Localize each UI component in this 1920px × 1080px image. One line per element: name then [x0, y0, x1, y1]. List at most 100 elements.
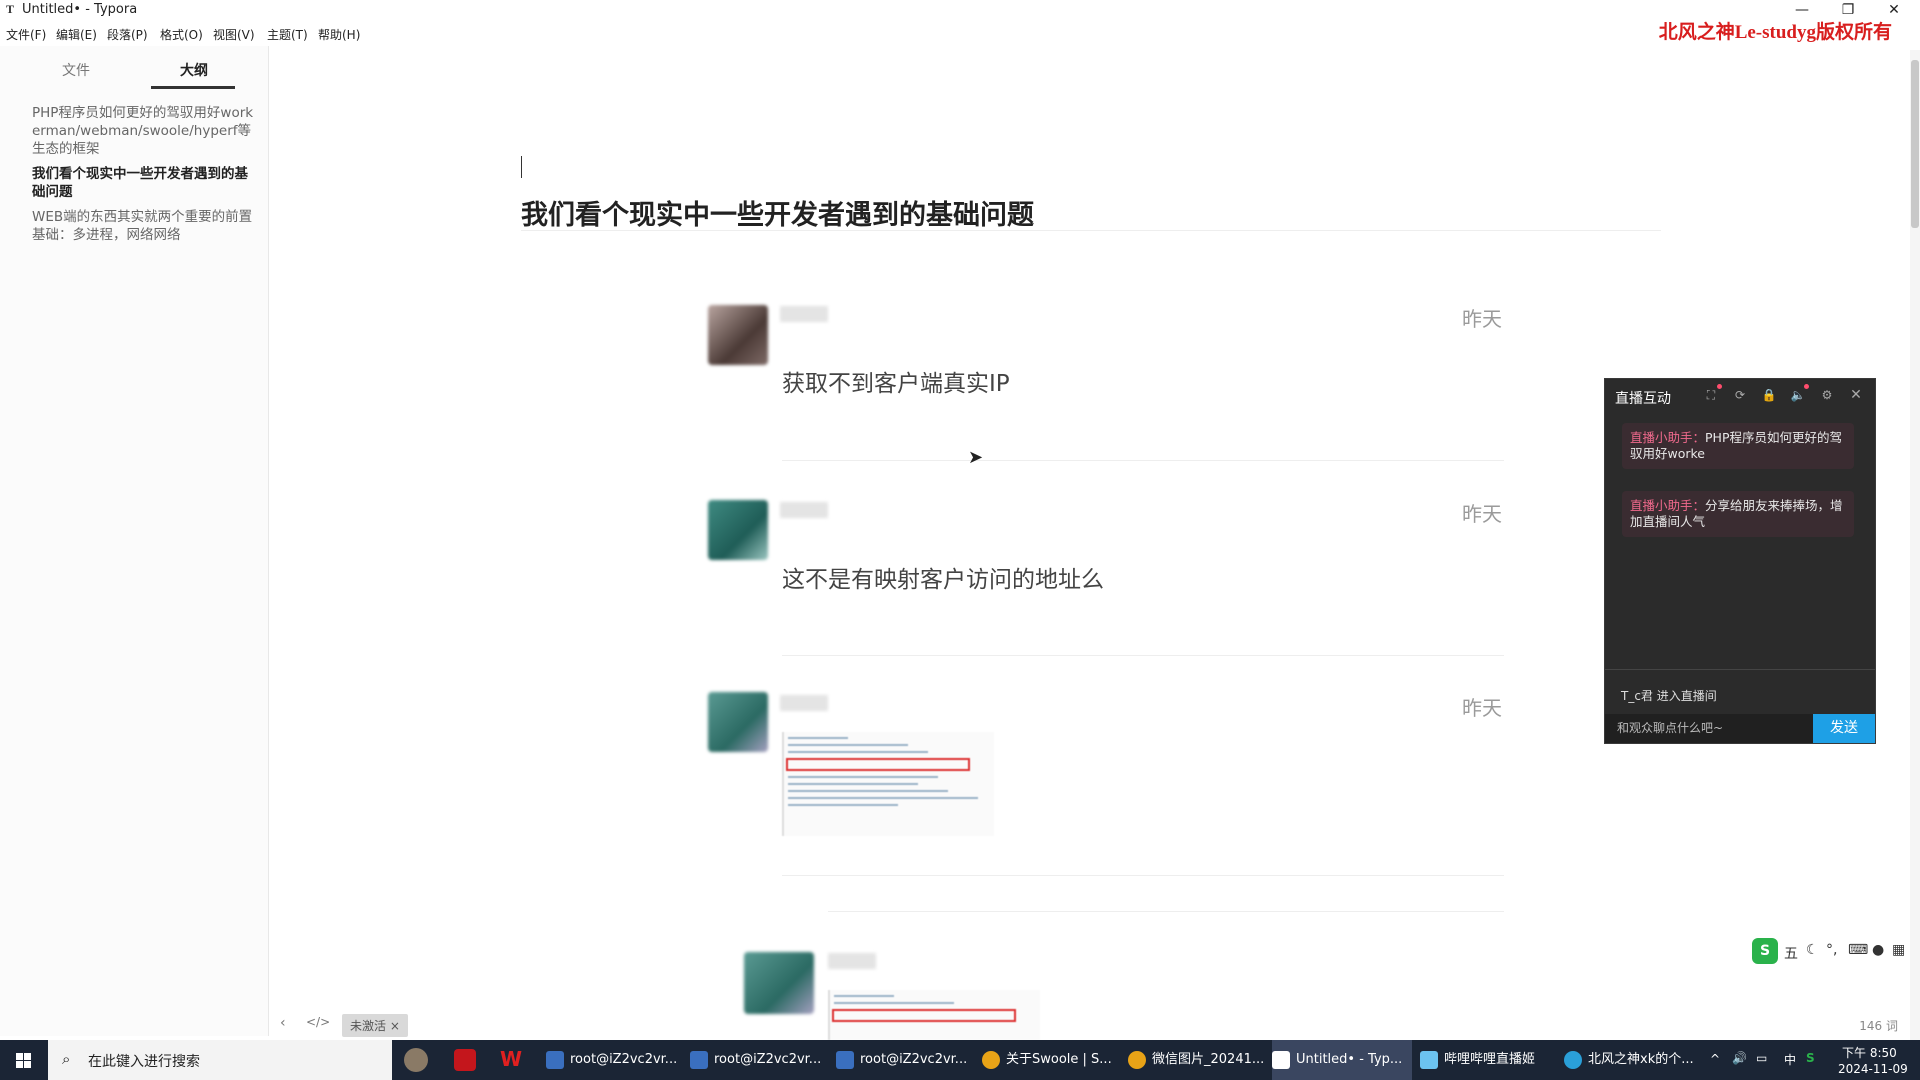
- menu-format[interactable]: 格式(O): [160, 26, 203, 43]
- taskbar-item[interactable]: root@iZ2vc2vr...: [546, 1040, 682, 1080]
- chat-sender: 直播小助手：: [1630, 430, 1706, 445]
- blurred-username: [780, 306, 828, 322]
- post-time: 昨天: [1462, 502, 1502, 526]
- notification-dot: [1717, 384, 1722, 389]
- lock-icon[interactable]: 🔒: [1761, 387, 1777, 403]
- chevron-up-icon[interactable]: ^: [1710, 1052, 1720, 1066]
- punctuation-icon[interactable]: °,: [1826, 942, 1837, 958]
- panel-divider: [1605, 669, 1875, 670]
- taskbar-item-active[interactable]: Untitled• - Typ...: [1272, 1040, 1412, 1080]
- avatar: [708, 692, 768, 752]
- clock-date[interactable]: 2024-11-09: [1838, 1062, 1908, 1076]
- post-divider: [782, 875, 1504, 876]
- title-bar: T Untitled• - Typora — ❐ ✕: [0, 0, 1920, 20]
- live-interaction-panel: 直播互动 ⛶ ⟳ 🔒 🔈 ⚙ ✕ 直播小助手：PHP程序员如何更好的驾驭用好wo…: [1604, 378, 1876, 744]
- post-divider: [828, 911, 1504, 912]
- active-tab-indicator: [151, 86, 235, 89]
- task-label: Untitled• - Typ...: [1296, 1052, 1403, 1067]
- taskbar-item[interactable]: root@iZ2vc2vr...: [690, 1040, 826, 1080]
- chevron-left-icon[interactable]: ‹: [280, 1015, 286, 1031]
- outline-item[interactable]: PHP程序员如何更好的驾驭用好workerman/webman/swoole/h…: [32, 104, 258, 158]
- post-time: 昨天: [1462, 696, 1502, 720]
- wps-icon[interactable]: W: [500, 1047, 522, 1071]
- tab-files[interactable]: 文件: [62, 60, 90, 80]
- sogou-logo-icon[interactable]: S: [1752, 938, 1778, 964]
- windows-logo-icon: [16, 1053, 31, 1068]
- task-label: root@iZ2vc2vr...: [570, 1052, 678, 1067]
- close-icon[interactable]: ✕: [1848, 387, 1864, 403]
- post-time: 昨天: [1462, 307, 1502, 331]
- status-bar: ‹ </> 未激活 × 146 词: [268, 1010, 1920, 1038]
- moon-icon[interactable]: ☾: [1806, 942, 1819, 958]
- chrome-icon: [1128, 1050, 1146, 1069]
- live-panel-title: 直播互动: [1615, 391, 1671, 407]
- mouse-cursor-icon: ➤: [968, 447, 984, 468]
- outline-item-active[interactable]: 我们看个现实中一些开发者遇到的基础问题: [32, 165, 258, 201]
- tab-outline[interactable]: 大纲: [180, 60, 208, 80]
- ime-indicator[interactable]: 中: [1784, 1051, 1796, 1068]
- menu-theme[interactable]: 主题(T): [267, 26, 308, 43]
- blurred-username: [780, 695, 828, 711]
- search-placeholder: 在此键入进行搜索: [88, 1054, 200, 1070]
- sidebar: 文件 大纲 PHP程序员如何更好的驾驭用好workerman/webman/sw…: [0, 46, 269, 1036]
- word-count[interactable]: 146 词: [1859, 1017, 1898, 1034]
- edge-icon: [1564, 1050, 1582, 1069]
- gift-icon[interactable]: ⛶: [1703, 387, 1719, 403]
- window-title: Untitled• - Typora: [22, 2, 138, 17]
- task-label: 哔哩哔哩直播姬: [1444, 1052, 1536, 1067]
- source-code-icon[interactable]: </>: [306, 1015, 330, 1029]
- taskbar-item[interactable]: root@iZ2vc2vr...: [836, 1040, 972, 1080]
- sogou-tray-icon[interactable]: S: [1806, 1051, 1815, 1065]
- taskbar-search[interactable]: ⌕ 在此键入进行搜索: [48, 1040, 392, 1080]
- post-text: 获取不到客户端真实IP: [782, 371, 1010, 397]
- copyright-watermark: 北风之神Le-studyg版权所有: [1658, 22, 1892, 43]
- menu-edit[interactable]: 编辑(E): [56, 26, 97, 43]
- taskbar-item[interactable]: 关于Swoole | S...: [982, 1040, 1118, 1080]
- gear-icon[interactable]: ⚙: [1819, 387, 1835, 403]
- document-heading[interactable]: 我们看个现实中一些开发者遇到的基础问题: [521, 193, 1034, 232]
- refresh-icon[interactable]: ⟳: [1732, 387, 1748, 403]
- chat-message: 直播小助手：PHP程序员如何更好的驾驭用好worke: [1622, 423, 1854, 469]
- avatar: [708, 500, 768, 560]
- taskbar-item[interactable]: 微信图片_20241...: [1128, 1040, 1264, 1080]
- clock-time[interactable]: 下午 8:50: [1842, 1044, 1897, 1061]
- menu-file[interactable]: 文件(F): [6, 26, 46, 43]
- user-icon[interactable]: ●: [1872, 942, 1884, 958]
- menu-paragraph[interactable]: 段落(P): [107, 26, 148, 43]
- text-caret: [521, 156, 522, 178]
- taskbar: ⌕ 在此键入进行搜索 W root@iZ2vc2vr... root@iZ2vc…: [0, 1040, 1920, 1080]
- scrollbar-thumb[interactable]: [1911, 60, 1919, 228]
- send-button[interactable]: 发送: [1813, 714, 1875, 743]
- chrome-icon: [982, 1050, 1000, 1069]
- task-label: 关于Swoole | S...: [1006, 1052, 1112, 1067]
- speaker-icon[interactable]: 🔈: [1790, 387, 1806, 403]
- activation-badge[interactable]: 未激活 ×: [342, 1014, 408, 1037]
- menu-view[interactable]: 视图(V): [213, 26, 255, 43]
- network-icon[interactable]: ▭: [1756, 1051, 1767, 1065]
- outline-item[interactable]: WEB端的东西其实就两个重要的前置基础：多进程，网络网络: [32, 208, 258, 244]
- windows-start-button[interactable]: [0, 1040, 48, 1080]
- avatar: [708, 305, 768, 365]
- grid-icon[interactable]: ▦: [1892, 942, 1905, 958]
- bilibili-icon: [1420, 1050, 1438, 1069]
- blurred-username: [828, 953, 876, 969]
- pinned-app-icon[interactable]: [404, 1048, 428, 1072]
- ime-mode[interactable]: 五: [1784, 943, 1798, 963]
- task-label: root@iZ2vc2vr...: [860, 1052, 968, 1067]
- terminal-icon: [836, 1050, 854, 1069]
- post-divider: [782, 460, 1504, 461]
- avatar: [744, 952, 814, 1014]
- chat-sender: 直播小助手：: [1630, 498, 1706, 513]
- menu-help[interactable]: 帮助(H): [318, 26, 360, 43]
- chat-message: 直播小助手：分享给朋友来捧捧场，增加直播间人气: [1622, 491, 1854, 537]
- volume-icon[interactable]: 🔊: [1732, 1051, 1747, 1065]
- pinned-recorder-icon[interactable]: [454, 1049, 476, 1071]
- taskbar-item[interactable]: 哔哩哔哩直播姬: [1420, 1040, 1556, 1080]
- typora-icon: [1272, 1050, 1290, 1069]
- keyboard-icon[interactable]: ⌨: [1848, 942, 1868, 958]
- code-screenshot-image: [782, 732, 994, 836]
- chat-input[interactable]: 和观众聊点什么吧~: [1605, 714, 1813, 743]
- taskbar-item[interactable]: 北风之神xk的个...: [1564, 1040, 1698, 1080]
- system-tray: ^ 🔊 ▭ 中 S 下午 8:50 2024-11-09: [1704, 1040, 1920, 1080]
- terminal-icon: [690, 1050, 708, 1069]
